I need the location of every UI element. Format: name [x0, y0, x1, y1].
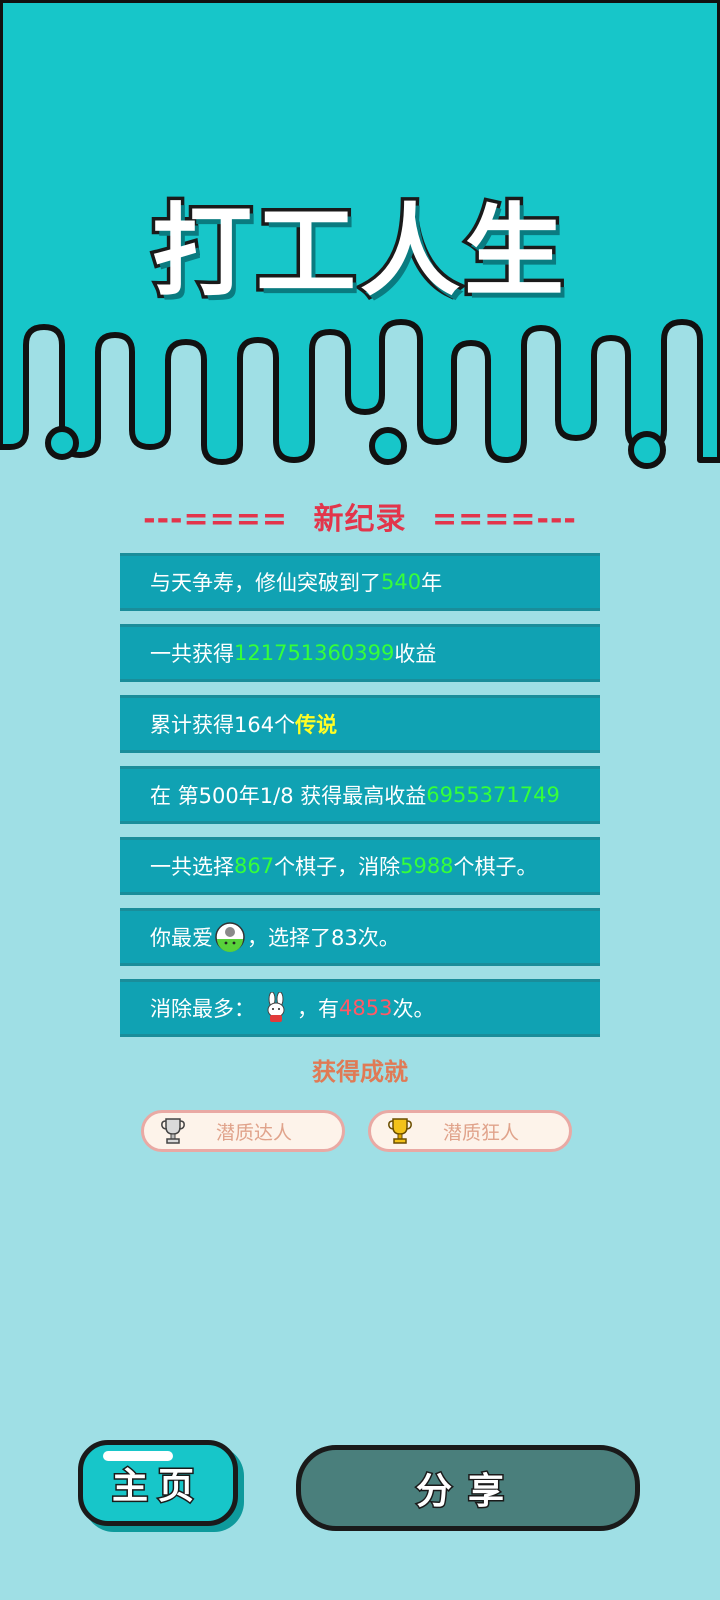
- record-text: 与天争寿，修仙突破到了: [150, 571, 381, 595]
- record-value: 6955371749: [426, 783, 560, 807]
- silver-trophy-icon: [161, 1118, 185, 1144]
- record-text: ，有: [297, 997, 339, 1021]
- record-value: 5988: [400, 854, 454, 878]
- record-value: 传说: [295, 713, 338, 737]
- achievement-label: 潜质狂人: [443, 1121, 520, 1144]
- home-button-label: 主页: [110, 1465, 204, 1509]
- heading-decoration-left: ---====: [143, 502, 289, 537]
- record-row-cultivation: 与天争寿，修仙突破到了 540 年: [120, 553, 600, 611]
- home-button[interactable]: 主页: [78, 1440, 238, 1526]
- record-text: 年: [421, 571, 443, 595]
- record-text: 收益: [394, 642, 437, 666]
- record-text: 一共获得: [150, 642, 234, 666]
- record-row-legendary: 累计获得164个 传说: [120, 695, 600, 753]
- gold-trophy-icon: [388, 1118, 412, 1144]
- record-value: 540: [381, 570, 422, 594]
- share-button[interactable]: 分享: [296, 1445, 640, 1531]
- achievement-badge[interactable]: 潜质狂人: [368, 1110, 572, 1152]
- heading-decoration-right: ====---: [431, 502, 577, 537]
- record-text: 个棋子，消除: [274, 855, 401, 879]
- achievement-label: 潜质达人: [216, 1121, 293, 1144]
- new-record-label: 新纪录: [313, 502, 407, 537]
- green-slime-icon: [215, 922, 245, 952]
- record-text: 个棋子。: [453, 855, 538, 879]
- new-record-heading: ---==== 新纪录 ====---: [0, 494, 720, 538]
- record-row-pieces: 一共选择 867 个棋子，消除 5988 个棋子。: [120, 837, 600, 895]
- record-value: 121751360399: [234, 641, 395, 665]
- record-value: 867: [234, 854, 275, 878]
- record-text: 次。: [392, 997, 435, 1021]
- record-text: 在 第500年1/8 获得最高收益: [150, 784, 427, 808]
- achievements-heading: 获得成就: [312, 1058, 408, 1086]
- record-row-most-eliminated: 消除最多： ，有 4853 次。: [120, 979, 600, 1037]
- record-row-favorite: 你最爱 ，选择了83次。: [120, 908, 600, 966]
- button-shine: [103, 1451, 173, 1461]
- achievement-badge[interactable]: 潜质达人: [141, 1110, 345, 1152]
- share-button-label: 分享: [414, 1470, 520, 1514]
- record-text: 你最爱: [150, 926, 213, 950]
- record-row-max-income: 在 第500年1/8 获得最高收益 6955371749: [120, 766, 600, 824]
- rabbit-icon: [267, 992, 285, 1022]
- record-text: ，选择了83次。: [247, 926, 400, 950]
- game-title: 打工人生: [149, 190, 568, 314]
- record-row-total-income: 一共获得 121751360399 收益: [120, 624, 600, 682]
- record-text: 消除最多：: [150, 997, 255, 1021]
- record-text: 一共选择: [150, 855, 234, 879]
- record-text: 累计获得164个: [150, 713, 296, 737]
- record-value: 4853: [339, 996, 393, 1020]
- record-list: 与天争寿，修仙突破到了 540 年 一共获得 121751360399 收益 累计获得1…: [120, 553, 600, 1050]
